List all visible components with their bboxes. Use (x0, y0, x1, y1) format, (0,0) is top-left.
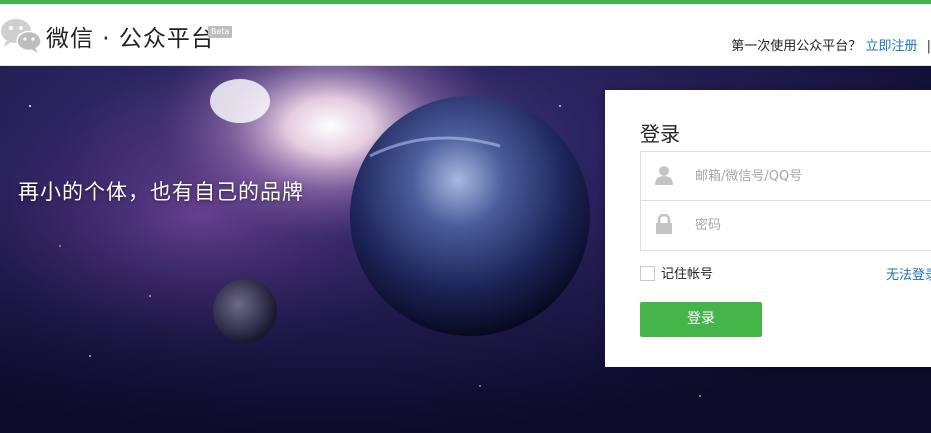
remember-account[interactable]: 记住帐号 (640, 263, 713, 282)
wechat-logo-icon (1, 19, 42, 53)
login-button[interactable]: 登录 (640, 302, 762, 337)
header: 微信 · 公众平台 Beta 第一次使用公众平台？ 立即注册 | (0, 4, 931, 66)
password-input[interactable] (695, 212, 931, 238)
brand-name: 微信 · 公众平台 (46, 26, 215, 52)
remember-checkbox[interactable] (640, 266, 655, 281)
remember-label: 记住帐号 (661, 267, 714, 282)
slogan: 再小的个体，也有自己的品牌 (18, 180, 304, 204)
cannot-login-link[interactable]: 无法登录 (886, 264, 931, 283)
login-title: 登录 (640, 122, 680, 146)
password-row (641, 201, 931, 249)
beta-badge: Beta (208, 26, 233, 38)
lock-icon (656, 214, 672, 234)
account-input[interactable] (695, 163, 931, 189)
account-row (641, 152, 931, 201)
login-fields (640, 151, 931, 251)
first-time-text: 第一次使用公众平台？ (731, 39, 862, 54)
user-icon (655, 166, 673, 185)
register-link[interactable]: 立即注册 (865, 39, 917, 54)
header-register-area: 第一次使用公众平台？ 立即注册 | (731, 35, 931, 54)
header-separator: | (926, 39, 931, 54)
login-panel: 登录 记住帐号 无法登录 登录 (605, 90, 931, 367)
